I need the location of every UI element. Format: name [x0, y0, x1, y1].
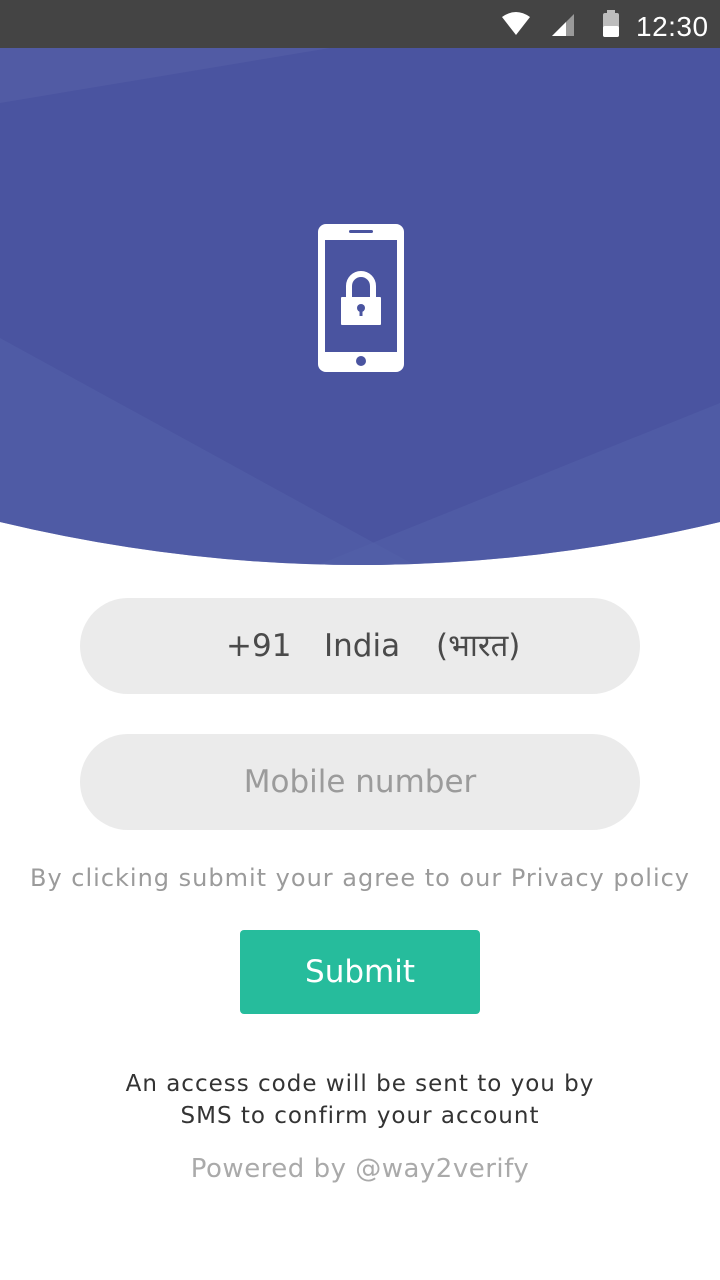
country-code: +91	[226, 628, 292, 664]
status-bar: 12:30	[0, 0, 720, 48]
privacy-policy-text[interactable]: By clicking submit your agree to our Pri…	[0, 862, 720, 894]
sms-info-line-1: An access code will be sent to you by	[125, 1071, 595, 1097]
mobile-number-input[interactable]	[80, 734, 640, 830]
status-time: 12:30	[636, 11, 709, 42]
wifi-icon	[502, 12, 530, 35]
country-selector[interactable]: +91 India (भारत)	[80, 598, 640, 694]
mobile-number-field[interactable]	[80, 734, 640, 830]
sms-info-line-2: SMS to confirm your account	[180, 1103, 540, 1129]
country-name: India	[324, 628, 401, 664]
sms-info-text: An access code will be sent to you by SM…	[0, 1068, 720, 1132]
powered-by-text: Powered by @way2verify	[190, 1154, 530, 1184]
battery-icon	[603, 10, 619, 37]
cellular-signal-icon	[552, 14, 574, 36]
country-native-name: (भारत)	[436, 628, 521, 664]
submit-button[interactable]: Submit	[240, 930, 480, 1014]
phone-lock-icon	[318, 224, 404, 372]
